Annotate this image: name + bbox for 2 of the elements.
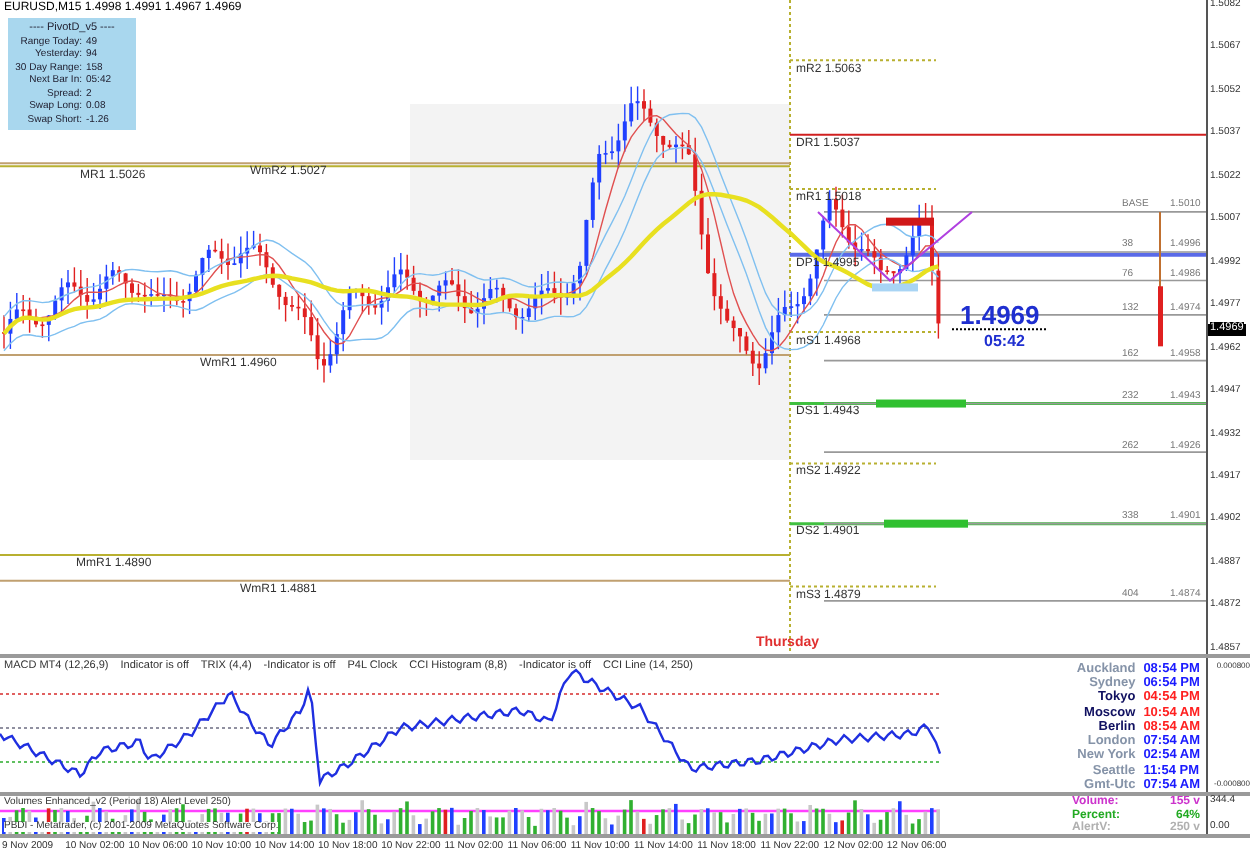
current-price: 1.4969	[960, 301, 1040, 328]
bar-countdown: 05:42	[984, 333, 1025, 350]
